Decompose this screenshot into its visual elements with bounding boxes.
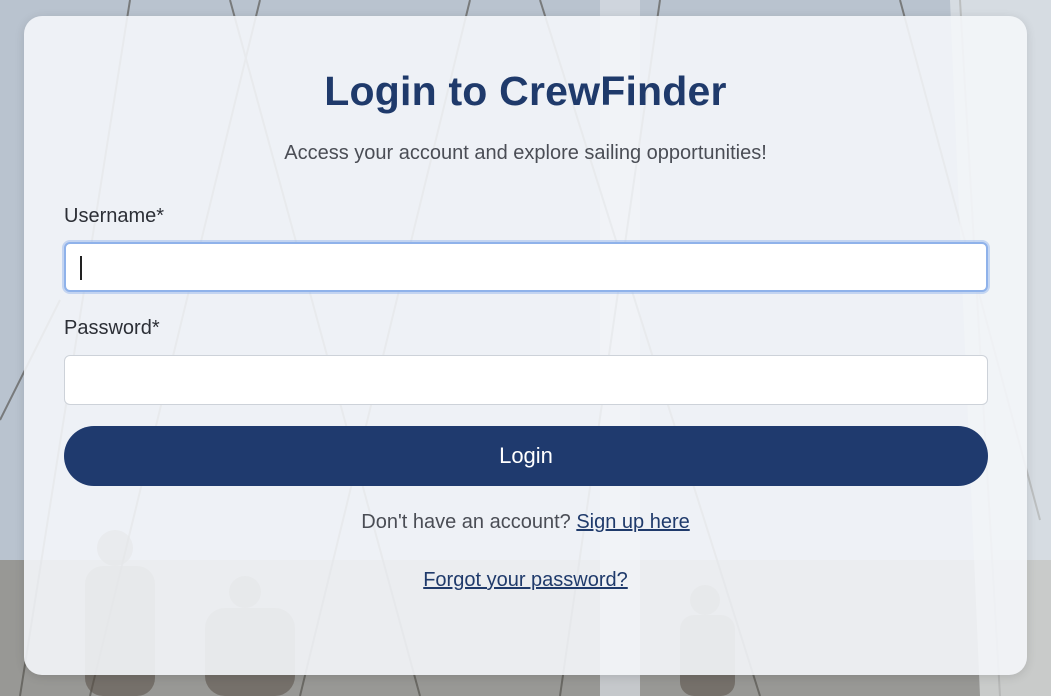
page-title: Login to CrewFinder (324, 68, 727, 114)
password-input[interactable] (64, 355, 988, 405)
username-label: Username* (64, 205, 165, 227)
signup-prompt-row: Don't have an account? Sign up here (24, 511, 1027, 534)
page-subtitle: Access your account and explore sailing … (284, 142, 767, 164)
username-input[interactable] (64, 242, 988, 292)
password-label: Password* (64, 317, 160, 339)
text-cursor (80, 256, 82, 280)
signup-prompt-text: Don't have an account? (361, 511, 577, 533)
forgot-password-link[interactable]: Forgot your password? (423, 569, 628, 591)
signup-link[interactable]: Sign up here (576, 511, 689, 533)
forgot-password-row: Forgot your password? (24, 569, 1027, 592)
login-card: Login to CrewFinder Access your account … (24, 16, 1027, 675)
login-button[interactable]: Login (64, 426, 988, 486)
